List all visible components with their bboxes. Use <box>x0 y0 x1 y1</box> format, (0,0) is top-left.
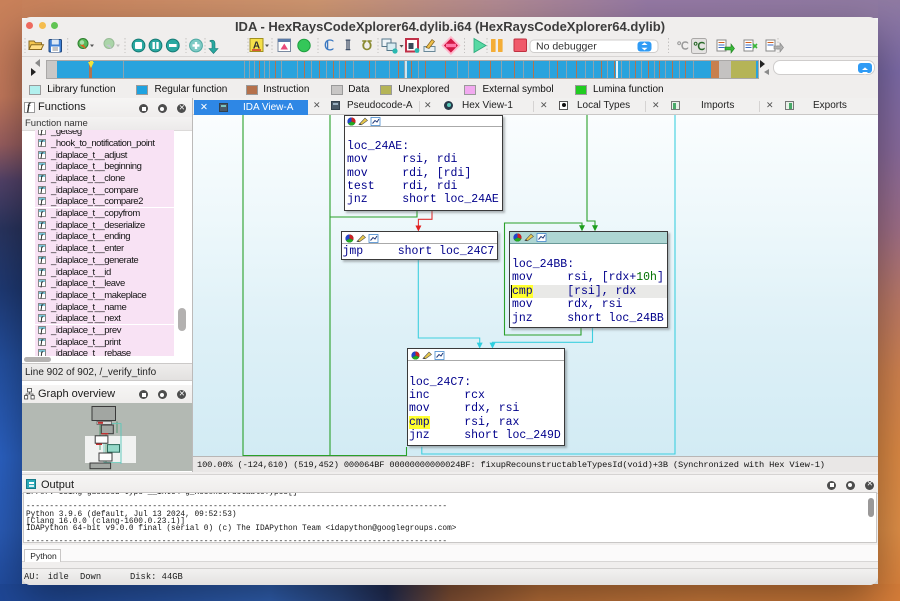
svg-text:No debugger: No debugger <box>536 40 597 52</box>
svg-text:℧: ℧ <box>362 38 372 53</box>
svg-text:℃: ℃ <box>693 41 705 53</box>
svg-text:𝕀: 𝕀 <box>345 39 351 54</box>
svg-text:ℂ: ℂ <box>324 39 334 54</box>
svg-text:℃: ℃ <box>676 41 688 53</box>
